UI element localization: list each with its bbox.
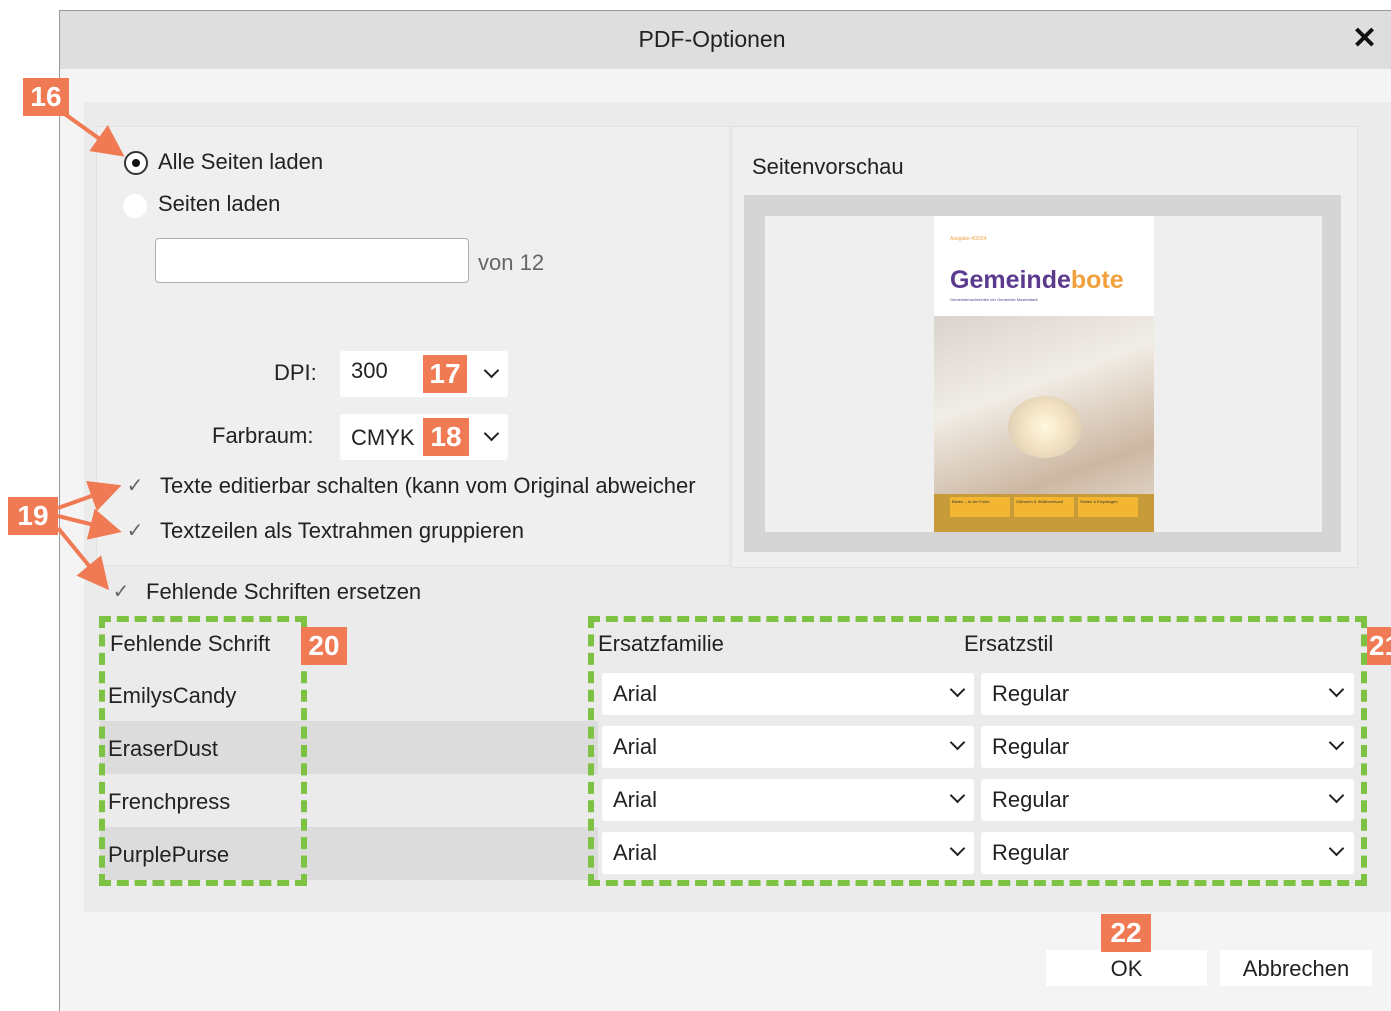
arrow-19a — [57, 481, 122, 512]
annotation-arrows — [56, 110, 125, 591]
arrow-16 — [60, 110, 125, 157]
annotation-badge-20: 20 — [301, 627, 347, 665]
annotation-badge-22: 22 — [1101, 914, 1151, 952]
annotation-badge-18: 18 — [423, 418, 469, 456]
arrow-19b — [57, 508, 122, 540]
arrow-19c — [56, 526, 110, 591]
annotation-badge-19: 19 — [8, 497, 58, 535]
annotation-badge-17: 17 — [423, 355, 467, 393]
annotation-badge-16: 16 — [23, 78, 69, 116]
annotation-badge-21: 21 — [1367, 627, 1391, 665]
